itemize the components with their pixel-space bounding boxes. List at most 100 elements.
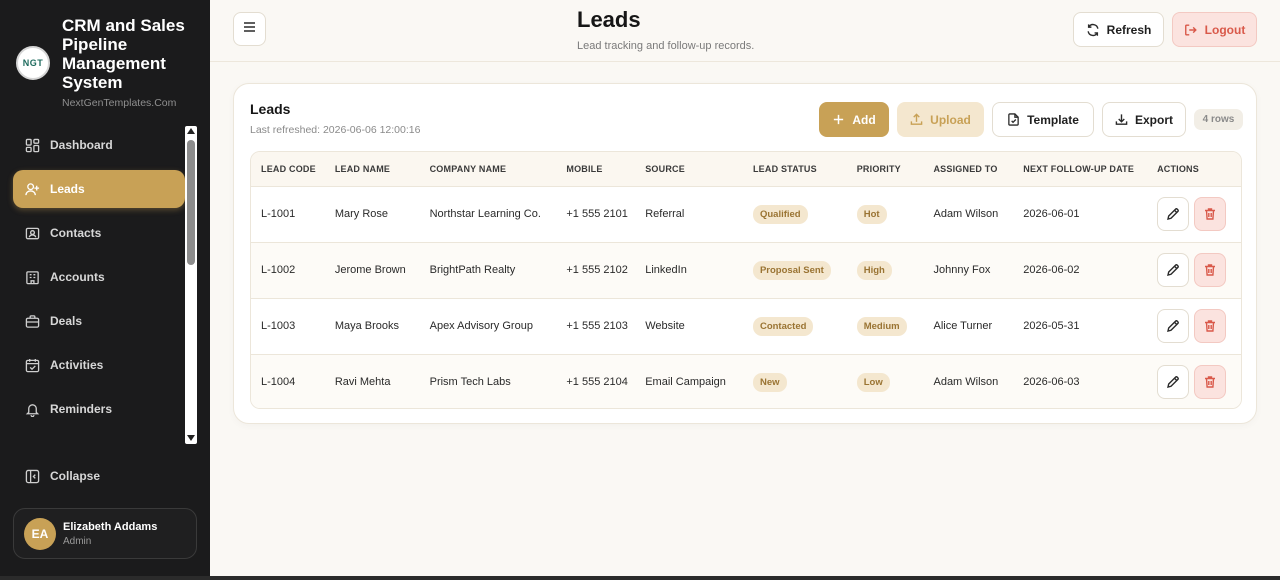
delete-button[interactable]	[1194, 253, 1227, 287]
upload-button[interactable]: Upload	[897, 102, 984, 137]
column-header[interactable]: SOURCE	[645, 152, 753, 186]
actions-cell	[1157, 354, 1241, 408]
add-button[interactable]: Add	[819, 102, 889, 137]
sidebar-item-accounts[interactable]: Accounts	[13, 258, 185, 296]
address-card-icon	[24, 225, 40, 241]
pencil-icon	[1167, 208, 1179, 220]
column-header[interactable]: COMPANY NAME	[430, 152, 567, 186]
template-button[interactable]: Template	[992, 102, 1094, 137]
source-cell: Website	[645, 320, 685, 332]
column-header[interactable]: NEXT FOLLOW-UP DATE	[1023, 152, 1157, 186]
actions-cell	[1157, 298, 1241, 354]
sidebar-item-contacts[interactable]: Contacts	[13, 214, 185, 252]
user-card[interactable]: EA Elizabeth Addams Admin	[13, 508, 197, 559]
assigned-cell: Johnny Fox	[933, 264, 991, 276]
priority-cell: High	[856, 242, 934, 298]
briefcase-icon	[24, 313, 40, 329]
logout-button[interactable]: Logout	[1172, 12, 1257, 47]
refresh-icon	[1087, 23, 1099, 36]
sidebar: NGT CRM and Sales Pipeline Management Sy…	[0, 0, 210, 580]
lead-name-cell: Maya Brooks	[334, 320, 400, 332]
edit-button[interactable]	[1157, 253, 1190, 287]
table-header-row: LEAD CODE LEAD NAME COMPANY NAME MOBILE …	[251, 152, 1241, 186]
export-label: Export	[1134, 112, 1173, 127]
logout-label: Logout	[1204, 22, 1246, 37]
add-label: Add	[852, 112, 876, 127]
column-header[interactable]: ASSIGNED TO	[933, 152, 1023, 186]
sidebar-item-activities[interactable]: Activities	[13, 346, 185, 384]
sidebar-collapse-icon	[24, 468, 40, 484]
assigned-cell: Alice Turner	[933, 320, 993, 332]
refresh-button[interactable]: Refresh	[1073, 12, 1164, 47]
trash-icon	[1205, 320, 1216, 332]
sidebar-item-label: Deals	[50, 314, 83, 328]
mobile-cell: +1 555 2103	[566, 320, 628, 332]
assigned-cell: Adam Wilson	[933, 376, 999, 389]
calendar-check-icon	[24, 357, 40, 373]
scroll-thumb[interactable]	[187, 140, 195, 265]
company-cell: BrightPath Realty	[429, 264, 516, 276]
trash-icon	[1205, 208, 1216, 220]
column-header[interactable]: PRIORITY	[857, 152, 934, 186]
assigned-cell: Adam Wilson	[933, 208, 999, 220]
priority-badge: Medium	[856, 316, 907, 336]
column-header: ACTIONS	[1157, 163, 1199, 174]
priority-badge: High	[856, 260, 892, 280]
mobile-cell: +1 555 2102	[566, 264, 628, 276]
collapse-label: Collapse	[50, 469, 101, 483]
scroll-down-arrow[interactable]	[187, 435, 195, 441]
user-role: Admin	[63, 536, 92, 547]
priority-badge: Hot	[856, 204, 887, 224]
edit-button[interactable]	[1157, 365, 1190, 400]
menu-toggle-button[interactable]	[233, 12, 266, 46]
sidebar-item-label: Accounts	[50, 270, 105, 284]
lead-name-cell: Mary Rose	[334, 208, 389, 220]
followup-cell: 2026-06-01	[1023, 208, 1080, 220]
building-icon	[24, 269, 40, 285]
page-title: Leads	[577, 7, 641, 32]
column-header[interactable]: LEAD NAME	[335, 152, 430, 186]
sidebar-item-reminders[interactable]: Reminders	[13, 390, 185, 428]
panel-title: Leads	[250, 101, 291, 117]
logout-icon	[1184, 23, 1197, 36]
status-badge: Qualified	[752, 204, 808, 224]
hamburger-icon	[243, 20, 256, 38]
delete-button[interactable]	[1194, 309, 1227, 343]
sidebar-item-label: Activities	[50, 358, 104, 372]
mobile-cell: +1 555 2104	[566, 376, 628, 389]
status-cell: New	[752, 354, 857, 408]
lead-code-cell: L-1003	[261, 320, 296, 332]
collapse-button[interactable]: Collapse	[24, 468, 100, 484]
source-cell: Referral	[645, 208, 685, 220]
status-cell: Contacted	[752, 298, 857, 354]
source-cell: Email Campaign	[645, 376, 726, 389]
table-row[interactable]: L-1002 Jerome Brown BrightPath Realty +1…	[251, 242, 1241, 298]
column-header[interactable]: LEAD CODE	[251, 152, 335, 186]
grid-icon	[24, 137, 40, 153]
table-row[interactable]: L-1004 Ravi Mehta Prism Tech Labs +1 555…	[251, 354, 1241, 408]
scroll-up-arrow[interactable]	[187, 128, 195, 134]
column-header[interactable]: LEAD STATUS	[753, 152, 857, 186]
sidebar-item-dashboard[interactable]: Dashboard	[13, 126, 185, 164]
sidebar-nav: Dashboard Leads Contacts Accounts Deals	[13, 126, 185, 434]
mobile-cell: +1 555 2101	[566, 208, 628, 220]
pencil-icon	[1167, 264, 1179, 276]
sidebar-item-deals[interactable]: Deals	[13, 302, 185, 340]
trash-icon	[1205, 264, 1216, 276]
sidebar-item-label: Dashboard	[50, 138, 113, 152]
column-header[interactable]: MOBILE	[566, 152, 645, 186]
followup-cell: 2026-06-02	[1023, 264, 1080, 276]
table-row[interactable]: L-1001 Mary Rose Northstar Learning Co. …	[251, 186, 1241, 242]
avatar: EA	[24, 518, 56, 550]
edit-button[interactable]	[1157, 197, 1190, 231]
sidebar-scrollbar[interactable]	[185, 126, 197, 444]
export-button[interactable]: Export	[1102, 102, 1186, 137]
delete-button[interactable]	[1194, 197, 1227, 231]
edit-button[interactable]	[1157, 309, 1190, 343]
pencil-icon	[1167, 320, 1179, 332]
table-row[interactable]: L-1003 Maya Brooks Apex Advisory Group +…	[251, 298, 1241, 354]
sidebar-item-leads[interactable]: Leads	[13, 170, 185, 208]
download-icon	[1115, 114, 1128, 125]
lead-code-cell: L-1001	[261, 208, 296, 220]
delete-button[interactable]	[1194, 365, 1227, 400]
